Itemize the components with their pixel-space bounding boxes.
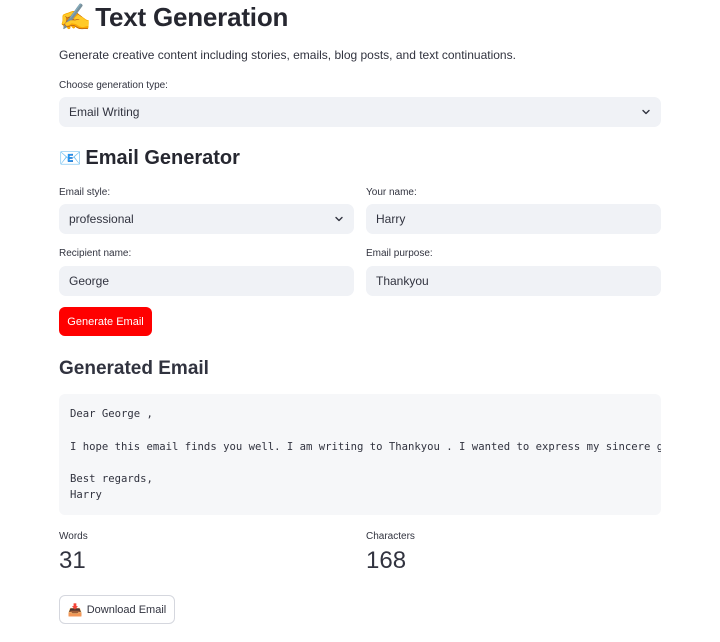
generation-type-value: Email Writing	[69, 105, 140, 119]
recipient-name-input[interactable]: George	[59, 266, 354, 296]
email-line: Harry	[70, 489, 102, 502]
generation-type-select[interactable]: Email Writing	[59, 97, 661, 127]
chevron-down-icon	[641, 107, 651, 117]
email-line: Best regards,	[70, 473, 153, 486]
recipient-name-label: Recipient name:	[59, 248, 132, 259]
email-generator-title: Email Generator	[85, 147, 240, 169]
email-line: Dear George ,	[70, 408, 153, 420]
email-purpose-value: Thankyou	[376, 274, 429, 288]
your-name-input[interactable]: Harry	[366, 204, 661, 234]
email-style-value: professional	[69, 212, 134, 226]
email-line: I hope this email finds you well. I am w…	[70, 440, 661, 453]
email-style-label: Email style:	[59, 187, 111, 198]
page-title: ✍️ Text Generation	[59, 2, 288, 33]
writing-hand-icon: ✍️	[59, 2, 92, 32]
email-purpose-label: Email purpose:	[366, 248, 433, 259]
email-purpose-input[interactable]: Thankyou	[366, 266, 661, 296]
page-description: Generate creative content including stor…	[59, 48, 516, 62]
recipient-name-value: George	[69, 274, 110, 288]
generate-email-button[interactable]: Generate Email	[59, 307, 152, 336]
chevron-down-icon	[334, 214, 344, 224]
your-name-value: Harry	[376, 212, 406, 226]
section-title-email-generator: 📧 Email Generator	[59, 147, 240, 170]
download-email-label: Download Email	[86, 603, 167, 616]
words-metric-label: Words	[59, 531, 88, 542]
email-icon: 📧	[59, 148, 82, 168]
characters-metric-label: Characters	[366, 531, 415, 542]
email-line	[70, 422, 650, 438]
words-metric-value: 31	[59, 547, 86, 574]
generation-type-label: Choose generation type:	[59, 80, 168, 91]
email-style-select[interactable]: professional	[59, 204, 354, 234]
inbox-tray-icon: 📥	[67, 602, 83, 617]
characters-metric-value: 168	[366, 547, 407, 574]
generated-email-title: Generated Email	[59, 358, 209, 379]
email-line	[70, 455, 650, 471]
download-email-button[interactable]: 📥 Download Email	[59, 595, 175, 624]
text-generation-page: ✍️ Text Generation Generate creative cont…	[0, 0, 720, 642]
your-name-label: Your name:	[366, 187, 417, 198]
generated-email-code-block[interactable]: Dear George , I hope this email finds yo…	[59, 394, 661, 515]
page-title-text: Text Generation	[95, 2, 289, 32]
